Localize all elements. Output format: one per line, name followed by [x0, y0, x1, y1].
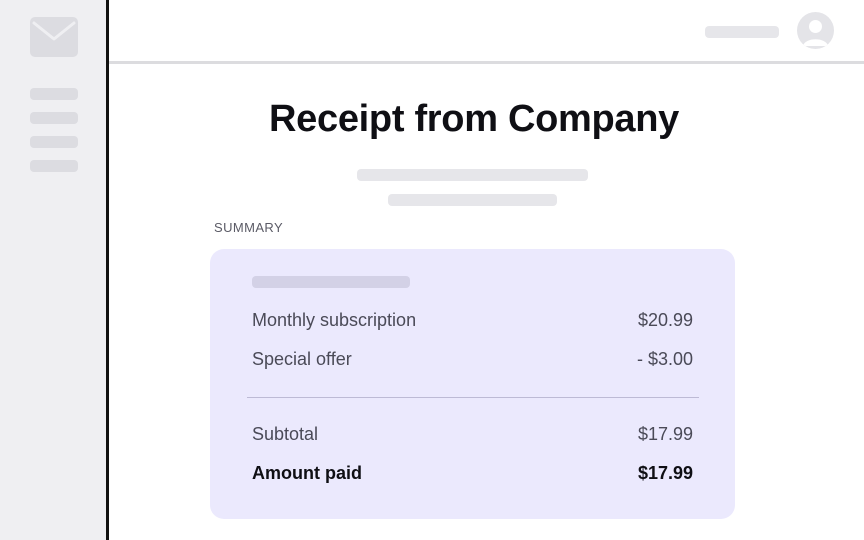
line-item-label: Monthly subscription [252, 310, 417, 330]
sidebar-nav-item[interactable] [30, 160, 78, 172]
line-item-amount: - $3.00 [636, 349, 693, 369]
card-header-placeholder [252, 276, 410, 288]
divider [247, 397, 699, 398]
line-item: Monthly subscription $20.99 [252, 310, 693, 334]
summary-heading: SUMMARY [214, 220, 284, 235]
summary-card: Monthly subscription $20.99 Special offe… [210, 249, 735, 519]
page-title: Receipt from Company [269, 98, 679, 140]
subtotal-label: Subtotal [252, 424, 319, 444]
line-item: Special offer - $3.00 [252, 349, 693, 373]
subtotal-row: Subtotal $17.99 [252, 424, 693, 448]
mail-icon[interactable] [30, 17, 78, 57]
sidebar-nav-item[interactable] [30, 88, 78, 100]
subtotal-amount: $17.99 [637, 424, 693, 444]
amount-paid-value: $17.99 [637, 463, 693, 483]
top-bar [109, 0, 864, 64]
sidebar-nav-item[interactable] [30, 136, 78, 148]
amount-paid-row: Amount paid $17.99 [252, 463, 693, 487]
email-client-window: Receipt from Company SUMMARY Monthly sub… [0, 0, 864, 540]
user-avatar-icon[interactable] [797, 12, 834, 49]
subtitle-placeholder [357, 169, 588, 181]
amount-paid-label: Amount paid [252, 463, 362, 483]
account-name-placeholder [705, 26, 779, 38]
line-item-amount: $20.99 [637, 310, 693, 330]
line-item-label: Special offer [252, 349, 352, 369]
subtitle-placeholder [388, 194, 557, 206]
sidebar-nav-item[interactable] [30, 112, 78, 124]
sidebar [0, 0, 109, 540]
